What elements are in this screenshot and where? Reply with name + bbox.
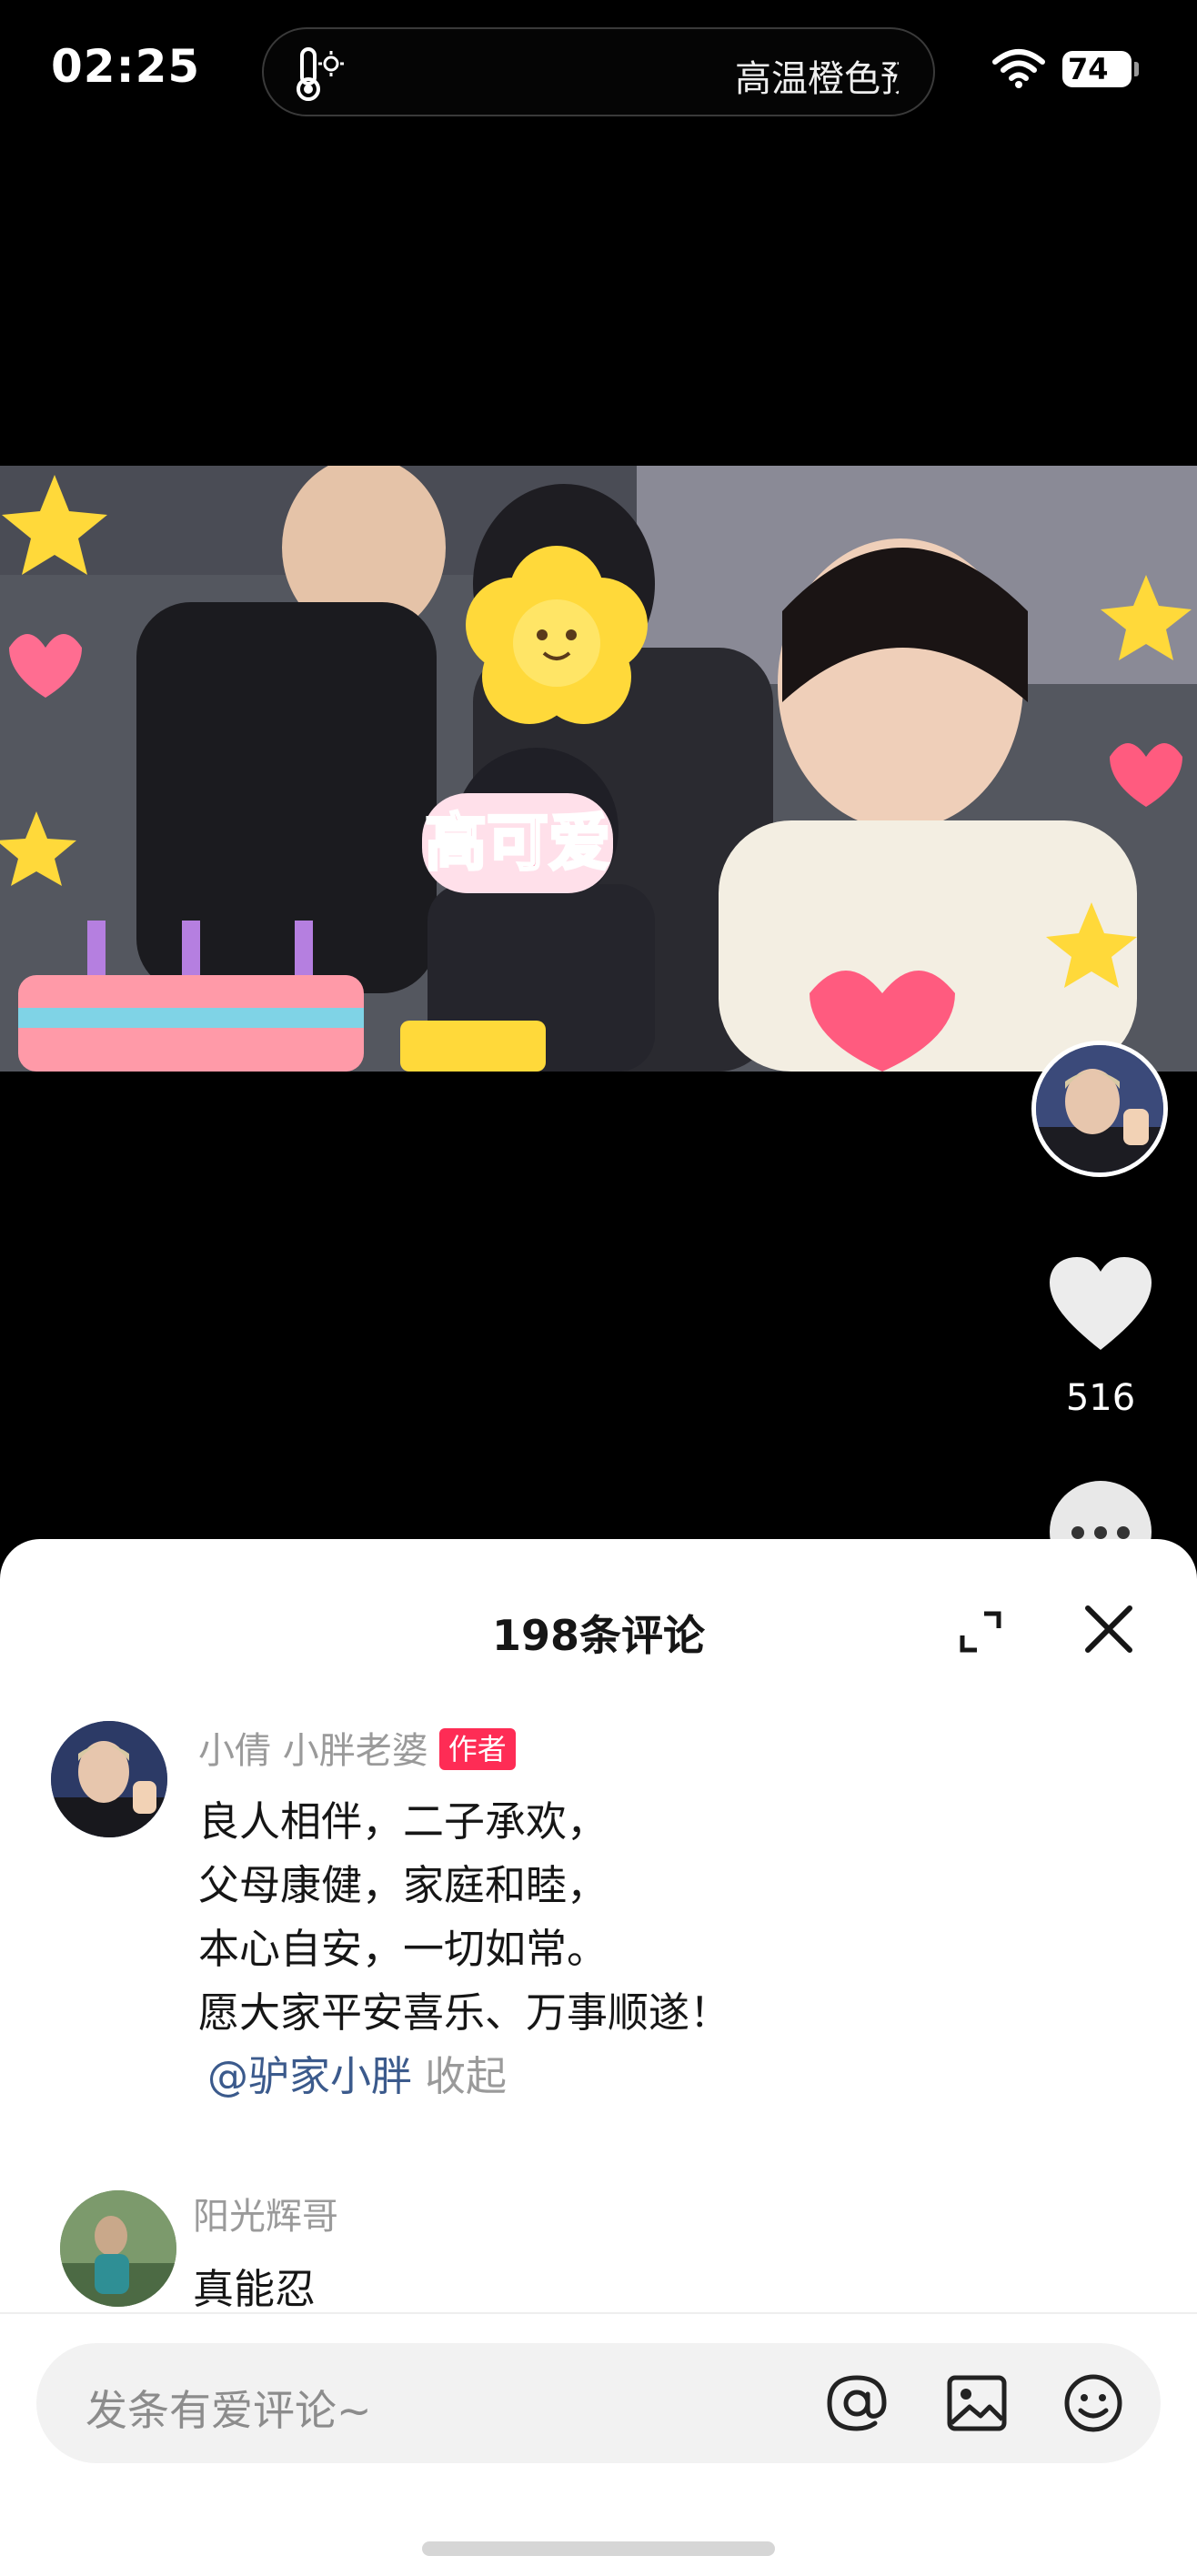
status-time: 02:25 bbox=[51, 40, 201, 93]
comment-line: 父母康健，家庭和睦， bbox=[198, 1861, 609, 1909]
thermometer-sun-icon bbox=[297, 47, 344, 101]
image-icon[interactable] bbox=[944, 2370, 1010, 2436]
comment-line: 良人相伴，二子承欢， bbox=[198, 1797, 609, 1846]
video-photo-illustration: 高可爱 bbox=[0, 466, 1197, 1072]
comment-avatar[interactable] bbox=[51, 1721, 167, 1837]
dot-icon bbox=[1094, 1526, 1107, 1539]
avatar-image bbox=[1036, 1045, 1163, 1172]
comment-username[interactable]: 小倩 小胖老婆 作者 bbox=[198, 1721, 516, 1774]
island-alert-text: 高温橙色预 bbox=[735, 58, 899, 100]
video-frame[interactable]: 高可爱 bbox=[0, 466, 1197, 1072]
dot-icon bbox=[1071, 1526, 1084, 1539]
comment-line: 愿大家平安喜乐、万事顺遂！ bbox=[198, 1988, 731, 2037]
comment-avatar[interactable] bbox=[60, 2190, 176, 2307]
avatar-image bbox=[60, 2190, 176, 2307]
at-mention-icon[interactable] bbox=[824, 2370, 890, 2436]
collapse-link[interactable]: 收起 bbox=[425, 2052, 507, 2100]
comment-username[interactable]: 阳光辉哥 bbox=[193, 2187, 338, 2239]
comments-title: 198条评论 bbox=[491, 1611, 706, 1660]
comment-username-text[interactable]: 小倩 小胖老婆 bbox=[198, 1730, 428, 1772]
comments-sheet: 198条评论 小倩 小胖老婆 作者 良人相伴，二子承欢， 父母康健，家庭和睦， 本… bbox=[0, 1539, 1197, 2576]
expand-icon[interactable] bbox=[953, 1605, 1008, 1659]
comment-input[interactable]: 发条有爱评论~ bbox=[36, 2343, 1161, 2463]
close-icon[interactable] bbox=[1079, 1599, 1139, 1659]
comment-body: 良人相伴，二子承欢， 父母康健，家庭和睦， 本心自安，一切如常。 愿大家平安喜乐… bbox=[198, 1790, 730, 2108]
emoji-icon[interactable] bbox=[1061, 2370, 1126, 2436]
video-sticker-text: 高可爱 bbox=[425, 808, 610, 880]
avatar-image bbox=[51, 1721, 167, 1837]
dot-icon bbox=[1117, 1526, 1130, 1539]
comment-body: 真能忍 bbox=[193, 2265, 317, 2313]
author-badge: 作者 bbox=[438, 1728, 516, 1770]
comment-line: 本心自安，一切如常。 bbox=[198, 1925, 609, 1973]
heart-icon[interactable] bbox=[1048, 1255, 1153, 1353]
mention-link[interactable]: @驴家小胖 bbox=[207, 2052, 412, 2100]
battery-indicator: 74 bbox=[1062, 51, 1139, 87]
divider bbox=[0, 2312, 1197, 2314]
comment-input-placeholder[interactable]: 发条有爱评论~ bbox=[86, 2378, 372, 2438]
dynamic-island[interactable]: 高温橙色预 bbox=[262, 27, 935, 116]
like-count: 516 bbox=[1065, 1377, 1136, 1419]
wifi-icon bbox=[992, 49, 1045, 88]
home-indicator[interactable] bbox=[422, 2541, 775, 2556]
creator-avatar[interactable] bbox=[1031, 1041, 1168, 1177]
